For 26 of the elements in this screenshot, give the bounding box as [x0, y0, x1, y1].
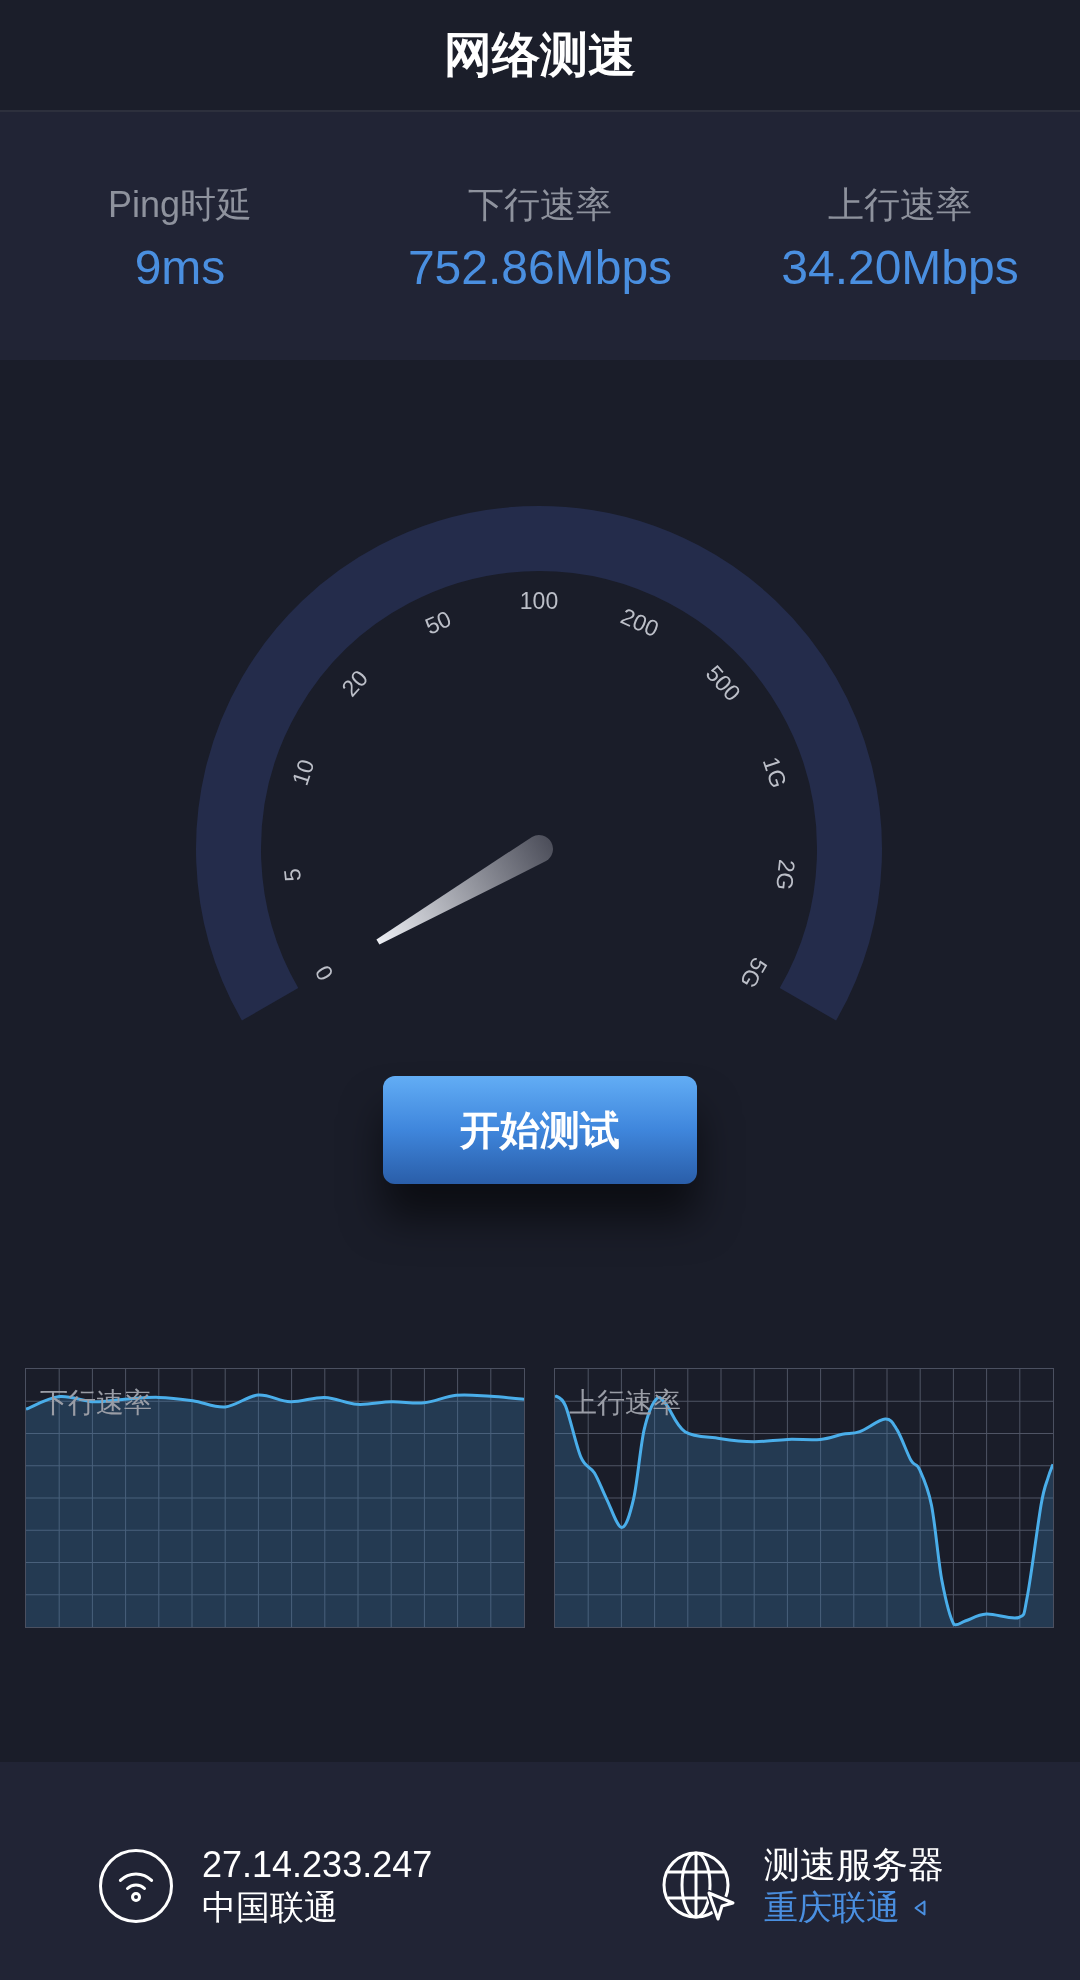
stat-label: 上行速率	[828, 183, 972, 227]
stat-label: 下行速率	[468, 183, 612, 227]
gauge-scale-label: 1G	[757, 753, 792, 791]
stat-value: 9ms	[134, 240, 226, 296]
gauge-scale-label: 0	[309, 960, 339, 986]
gauge-scale-label: 200	[617, 602, 663, 643]
gauge-scale-label: 100	[519, 588, 559, 614]
start-test-button[interactable]: 开始测试	[383, 1076, 697, 1184]
gauge-scale-label: 50	[421, 605, 456, 640]
stat-value: 752.86Mbps	[407, 240, 673, 296]
ip-address: 27.14.233.247	[202, 1843, 433, 1886]
gauge-scale-label: 5G	[734, 953, 773, 993]
gauge-scale-label: 5	[278, 867, 306, 883]
wifi-icon	[99, 1849, 173, 1923]
server-label: 测速服务器	[764, 1843, 944, 1886]
gauge-scale-label: 20	[336, 664, 373, 702]
gauge-scale-label: 2G	[771, 858, 801, 892]
gauge-scale-label: 10	[286, 756, 320, 789]
page-title: 网络测速	[444, 27, 636, 83]
server-name[interactable]: 重庆联通	[764, 1886, 900, 1929]
stat-label: Ping时延	[107, 183, 253, 227]
stat-value: 34.20Mbps	[781, 240, 1019, 296]
carrier-name: 中国联通	[202, 1887, 339, 1928]
gauge-scale-label: 500	[700, 660, 746, 706]
globe-pointer-icon	[661, 1849, 735, 1923]
caret-left-icon[interactable]	[914, 1899, 926, 1916]
